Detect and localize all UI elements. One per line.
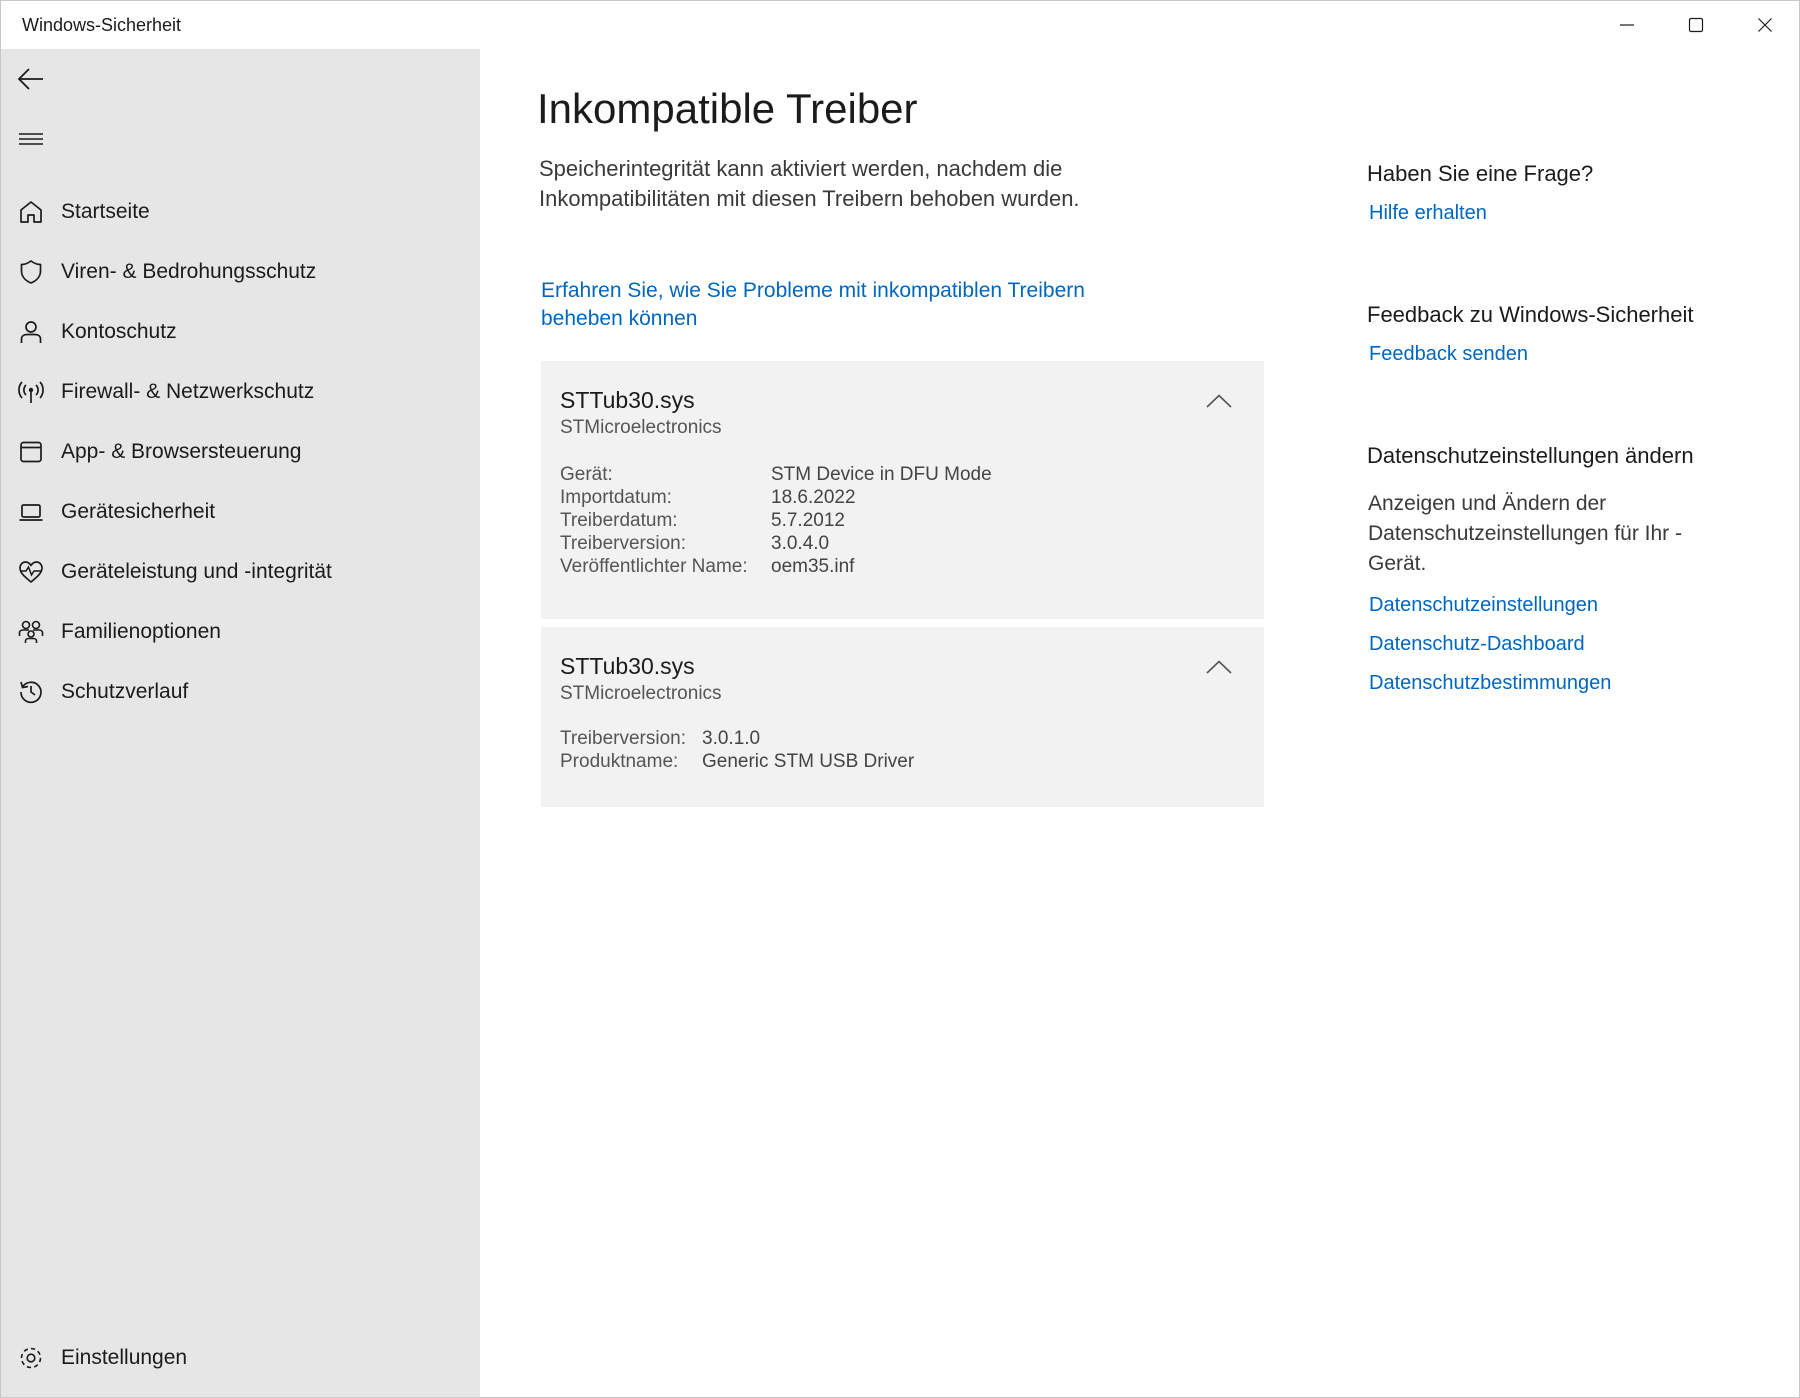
laptop-icon: [17, 498, 45, 526]
question-heading: Haben Sie eine Frage?: [1367, 161, 1594, 186]
sidebar: Startseite Viren- & Bedrohungsschutz Kon…: [1, 49, 480, 1397]
hamburger-icon: [19, 133, 43, 145]
sidebar-item-label: Familienoptionen: [61, 620, 221, 643]
sidebar-item-account-protection[interactable]: Kontoschutz: [1, 304, 480, 360]
detail-value: 18.6.2022: [771, 487, 856, 508]
sidebar-item-settings[interactable]: Einstellungen: [1, 1330, 480, 1386]
sidebar-item-app-browser-control[interactable]: App- & Browsersteuerung: [1, 424, 480, 480]
detail-key: Gerät:: [560, 464, 613, 485]
driver-vendor: STMicroelectronics: [560, 417, 722, 438]
gear-icon: [17, 1344, 45, 1372]
sidebar-item-label: Schutzverlauf: [61, 680, 189, 703]
close-icon: [1757, 18, 1772, 32]
heart-pulse-icon: [17, 558, 45, 586]
sidebar-item-label: Gerätesicherheit: [61, 500, 216, 523]
chevron-up-icon: [1206, 394, 1232, 408]
detail-value: 3.0.4.0: [771, 533, 830, 554]
sidebar-item-label: App- & Browsersteuerung: [61, 440, 302, 463]
privacy-description: Anzeigen und Ändern der Datenschutzeinst…: [1368, 492, 1683, 575]
detail-value: STM Device in DFU Mode: [771, 464, 992, 485]
get-help-link[interactable]: Hilfe erhalten: [1369, 202, 1487, 225]
sidebar-item-home[interactable]: Startseite: [1, 184, 480, 240]
back-button[interactable]: [11, 59, 51, 99]
minimize-icon: [1619, 24, 1634, 26]
shield-icon: [17, 258, 45, 286]
maximize-button[interactable]: [1661, 1, 1730, 49]
detail-value: 3.0.1.0: [702, 728, 761, 749]
send-feedback-link[interactable]: Feedback senden: [1369, 343, 1528, 366]
privacy-heading: Datenschutzeinstellungen ändern: [1367, 443, 1694, 468]
detail-key: Treiberdatum:: [560, 510, 678, 531]
detail-value: Generic STM USB Driver: [702, 751, 915, 772]
sidebar-item-family-options[interactable]: Familienoptionen: [1, 604, 480, 660]
detail-key: Treiberversion:: [560, 728, 687, 749]
privacy-statement-link[interactable]: Datenschutzbestimmungen: [1369, 672, 1611, 695]
collapse-button[interactable]: [1199, 651, 1239, 683]
sidebar-item-label: Firewall- & Netzwerkschutz: [61, 380, 315, 403]
driver-card: STTub30.sys STMicroelectronics Treiberve…: [541, 627, 1264, 807]
home-icon: [17, 198, 45, 226]
main-content: Inkompatible Treiber Speicherintegrität …: [480, 49, 1799, 1397]
title-bar: Windows-Sicherheit: [1, 1, 1799, 49]
driver-card: STTub30.sys STMicroelectronics Gerät: ST…: [541, 361, 1264, 619]
sidebar-item-label: Einstellungen: [61, 1346, 188, 1369]
detail-key: Importdatum:: [560, 487, 672, 508]
collapse-button[interactable]: [1199, 385, 1239, 417]
sidebar-item-label: Geräteleistung und -integrität: [61, 560, 332, 583]
maximize-icon: [1688, 17, 1703, 33]
detail-value: 5.7.2012: [771, 510, 845, 531]
sidebar-item-firewall[interactable]: Firewall- & Netzwerkschutz: [1, 364, 480, 420]
sidebar-item-protection-history[interactable]: Schutzverlauf: [1, 664, 480, 720]
privacy-settings-link[interactable]: Datenschutzeinstellungen: [1369, 594, 1598, 617]
history-icon: [17, 678, 45, 706]
page-description: Speicherintegrität kann aktiviert werden…: [539, 156, 1080, 211]
wireless-icon: [17, 378, 45, 406]
family-icon: [17, 618, 45, 646]
sidebar-item-device-performance[interactable]: Geräteleistung und -integrität: [1, 544, 480, 600]
back-arrow-icon: [17, 68, 43, 90]
detail-key: Treiberversion:: [560, 533, 687, 554]
page-title: Inkompatible Treiber: [537, 85, 918, 132]
sidebar-item-label: Viren- & Bedrohungsschutz: [61, 260, 317, 283]
menu-button[interactable]: [11, 119, 51, 159]
sidebar-item-device-security[interactable]: Gerätesicherheit: [1, 484, 480, 540]
feedback-heading: Feedback zu Windows-Sicherheit: [1367, 302, 1694, 327]
detail-value: oem35.inf: [771, 556, 855, 577]
privacy-dashboard-link[interactable]: Datenschutz-Dashboard: [1369, 633, 1585, 656]
driver-name: STTub30.sys: [560, 387, 695, 413]
close-button[interactable]: [1730, 1, 1799, 49]
window-title: Windows-Sicherheit: [22, 15, 182, 35]
detail-key: Veröffentlichter Name:: [560, 556, 748, 577]
chevron-up-icon: [1206, 660, 1232, 674]
minimize-button[interactable]: [1592, 1, 1661, 49]
sidebar-item-virus-protection[interactable]: Viren- & Bedrohungsschutz: [1, 244, 480, 300]
person-icon: [17, 318, 45, 346]
detail-key: Produktname:: [560, 751, 679, 772]
driver-vendor: STMicroelectronics: [560, 683, 722, 704]
app-window: Windows-Sicherheit Startseite Viren- & B…: [0, 0, 1800, 1398]
app-window-icon: [17, 438, 45, 466]
sidebar-item-label: Kontoschutz: [61, 320, 177, 343]
sidebar-item-label: Startseite: [61, 200, 150, 223]
driver-name: STTub30.sys: [560, 653, 695, 679]
learn-more-link[interactable]: Erfahren Sie, wie Sie Probleme mit inkom…: [541, 277, 1101, 333]
